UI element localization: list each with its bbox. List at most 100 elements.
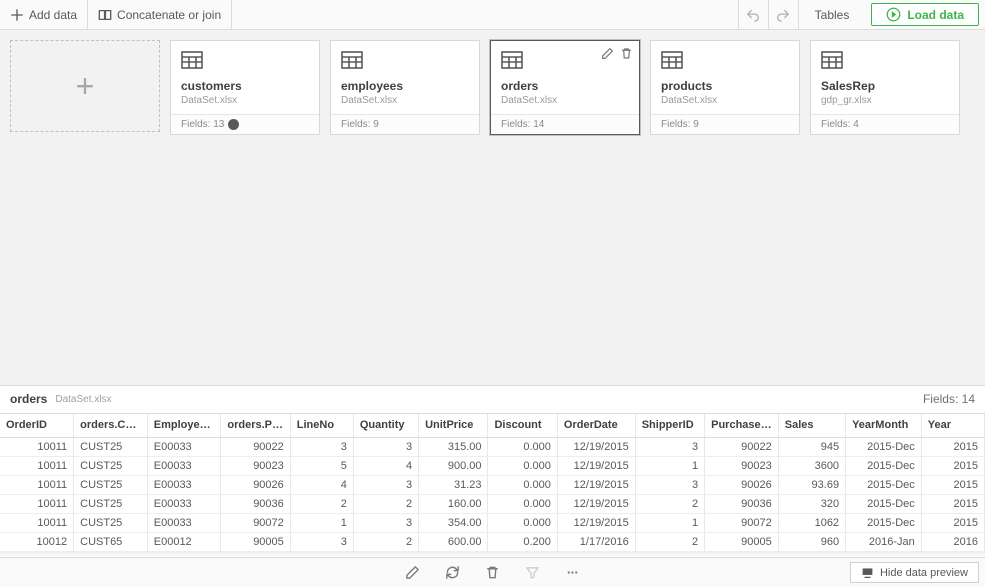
table-card-name: SalesRep [821, 79, 949, 93]
preview-fields-count: Fields: 14 [923, 392, 975, 406]
refresh-button[interactable] [443, 563, 463, 583]
table-card[interactable]: ordersDataSet.xlsxFields: 14 [490, 40, 640, 135]
table-row[interactable]: 10011CUST25E000339002354900.000.00012/19… [0, 457, 985, 476]
cell: 12/19/2015 [557, 438, 635, 457]
table-card[interactable]: products DataSet.xlsx Fields: 9 [650, 40, 800, 135]
table-card-name: customers [181, 79, 309, 93]
cell: 90072 [705, 514, 779, 533]
table-row[interactable]: 10011CUST25E00033900264331.230.00012/19/… [0, 476, 985, 495]
cell: 0.000 [488, 457, 557, 476]
cell: 3 [353, 438, 418, 457]
table-card-fields: Fields: 9 [341, 119, 379, 130]
cell: 90022 [221, 438, 290, 457]
column-header[interactable]: Sales [778, 414, 845, 438]
add-table-card[interactable]: + [10, 40, 160, 132]
table-card[interactable]: SalesRepgdp_gr.xlsxFields: 4 [810, 40, 960, 135]
cell: 2016-Jan [846, 533, 922, 552]
cell: 1 [635, 514, 704, 533]
more-icon [565, 565, 580, 580]
table-row[interactable]: 10011CUST25E000339002233315.000.00012/19… [0, 438, 985, 457]
cell: 90026 [705, 476, 779, 495]
cell: 90036 [221, 495, 290, 514]
cell: 2015-Dec [846, 514, 922, 533]
column-header[interactable]: OrderID [0, 414, 74, 438]
cell: 160.00 [419, 495, 488, 514]
column-header[interactable]: Quantity [353, 414, 418, 438]
table-row[interactable]: 10011CUST25E000339007213354.000.00012/19… [0, 514, 985, 533]
cell: 93.69 [778, 476, 845, 495]
table-card-source: DataSet.xlsx [661, 95, 789, 106]
add-data-button[interactable]: Add data [0, 0, 88, 29]
table-card-footer: Fields: 4 [811, 114, 959, 134]
delete-button[interactable] [483, 563, 503, 583]
cell: 2 [635, 495, 704, 514]
cell: 3 [635, 438, 704, 457]
redo-icon [776, 8, 790, 22]
trash-icon[interactable] [620, 47, 633, 60]
table-icon-wrap [181, 51, 203, 69]
preview-action-bar: Hide data preview [0, 557, 985, 587]
load-data-label: Load data [907, 8, 964, 22]
column-header[interactable]: EmployeeKey [147, 414, 221, 438]
cell: 10012 [0, 533, 74, 552]
cell: CUST25 [74, 495, 148, 514]
cell: 2015-Dec [846, 476, 922, 495]
cell: 2015 [921, 438, 984, 457]
column-header[interactable]: ShipperID [635, 414, 704, 438]
load-data-button[interactable]: Load data [871, 3, 979, 26]
column-header[interactable]: orders.Prod... [221, 414, 290, 438]
cell: CUST25 [74, 476, 148, 495]
table-icon [821, 51, 843, 69]
concatenate-label: Concatenate or join [117, 8, 221, 22]
cell: 2015-Dec [846, 457, 922, 476]
table-card-fields: Fields: 9 [661, 119, 699, 130]
table-card-source: DataSet.xlsx [341, 95, 469, 106]
column-header[interactable]: YearMonth [846, 414, 922, 438]
table-card-fields: Fields: 14 [501, 119, 544, 130]
cell: 2 [290, 495, 353, 514]
column-header[interactable]: PurchasedP... [705, 414, 779, 438]
filter-button[interactable] [523, 563, 543, 583]
pencil-icon[interactable] [601, 47, 614, 60]
column-header[interactable]: UnitPrice [419, 414, 488, 438]
preview-source: DataSet.xlsx [55, 394, 111, 405]
table-row[interactable]: 10011CUST25E000339003622160.000.00012/19… [0, 495, 985, 514]
cell: 2015 [921, 476, 984, 495]
tables-canvas: + customersDataSet.xlsxFields: 13employe… [0, 30, 985, 385]
table-card[interactable]: employeesDataSet.xlsxFields: 9 [330, 40, 480, 135]
cell: 1062 [778, 514, 845, 533]
cell: 90005 [221, 533, 290, 552]
cell: E00033 [147, 476, 221, 495]
table-row[interactable]: 10012CUST65E000129000532600.000.2001/17/… [0, 533, 985, 552]
cell: 10011 [0, 438, 74, 457]
table-icon [341, 51, 363, 69]
undo-icon [746, 8, 760, 22]
more-button[interactable] [563, 563, 583, 583]
column-header[interactable]: LineNo [290, 414, 353, 438]
column-header[interactable]: OrderDate [557, 414, 635, 438]
table-card-fields: Fields: 4 [821, 119, 859, 130]
column-header[interactable]: orders.Cust... [74, 414, 148, 438]
column-header[interactable]: Year [921, 414, 984, 438]
cell: 5 [290, 457, 353, 476]
table-card[interactable]: customersDataSet.xlsxFields: 13 [170, 40, 320, 135]
cell: 10011 [0, 476, 74, 495]
concatenate-icon [98, 8, 112, 22]
filter-icon [525, 565, 540, 580]
view-select[interactable]: Tables [798, 0, 866, 29]
hide-data-preview-button[interactable]: Hide data preview [850, 562, 979, 583]
table-icon-wrap [341, 51, 363, 69]
cell: 3 [290, 438, 353, 457]
cell: 0.000 [488, 438, 557, 457]
top-toolbar: Add data Concatenate or join Tables Load… [0, 0, 985, 30]
edit-button[interactable] [403, 563, 423, 583]
concatenate-button[interactable]: Concatenate or join [88, 0, 232, 29]
undo-button[interactable] [738, 0, 768, 29]
cell: 2015 [921, 495, 984, 514]
table-card-source: DataSet.xlsx [181, 95, 309, 106]
table-card-name: products [661, 79, 789, 93]
cell: 4 [353, 457, 418, 476]
table-icon-wrap [821, 51, 843, 69]
redo-button[interactable] [768, 0, 798, 29]
column-header[interactable]: Discount [488, 414, 557, 438]
